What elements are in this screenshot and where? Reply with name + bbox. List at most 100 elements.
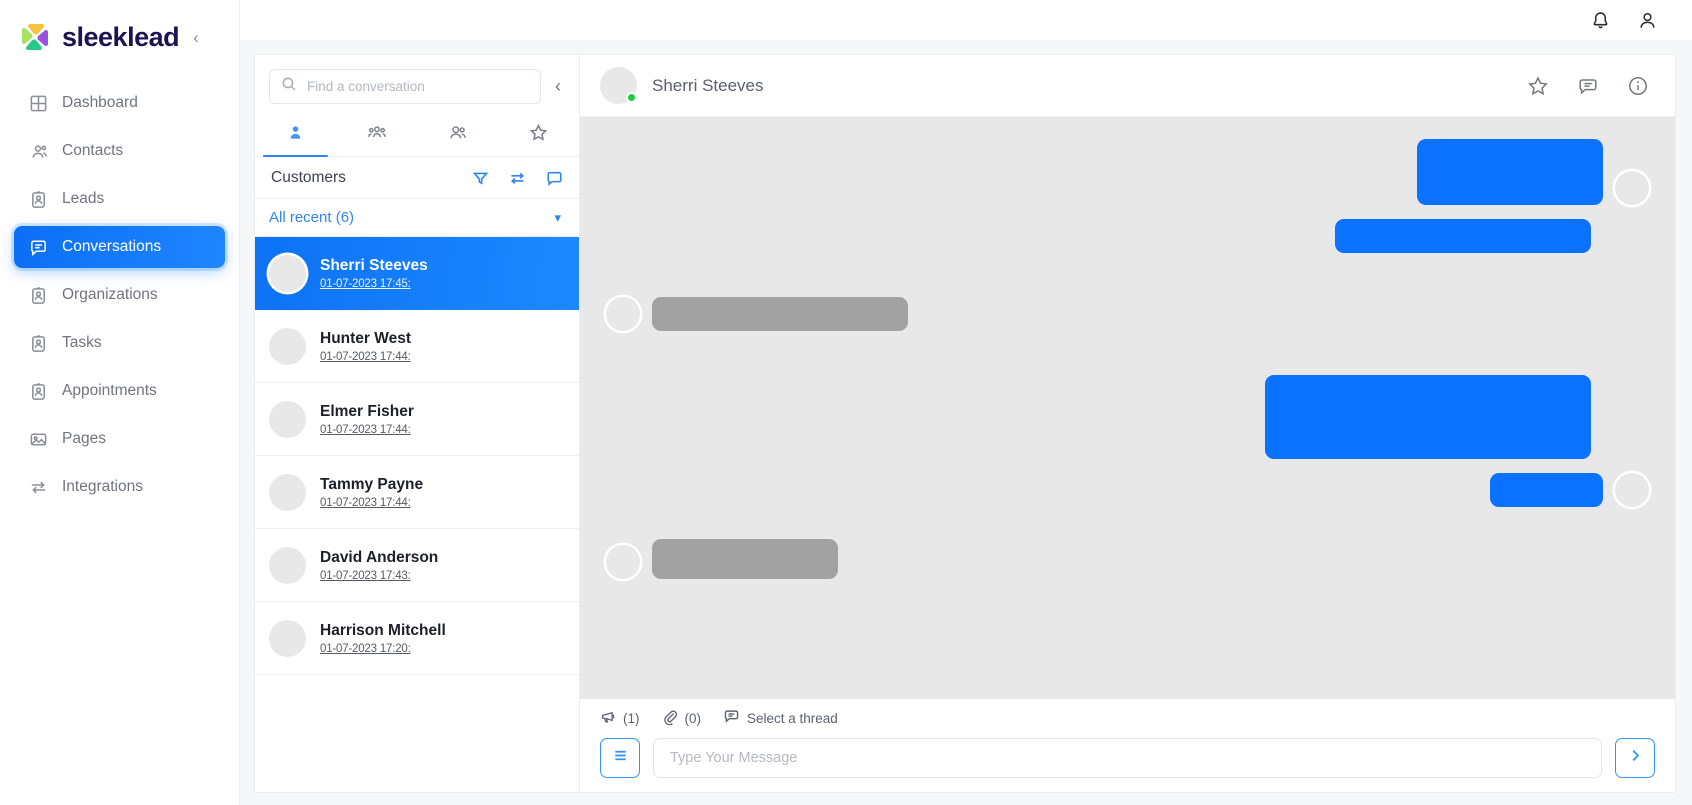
org-card-icon	[28, 285, 48, 305]
chat-header-actions	[1527, 75, 1649, 97]
chat-contact-name: Sherri Steeves	[652, 75, 764, 95]
tab-teams[interactable]	[417, 114, 498, 156]
conversation-item-hunter-west[interactable]: Hunter West 01-07-2023 17:44:	[255, 310, 579, 383]
select-thread-label: Select a thread	[747, 710, 838, 726]
chat-bubble-icon[interactable]	[1577, 75, 1599, 97]
avatar	[269, 255, 306, 292]
paperclip-icon	[662, 709, 678, 728]
sidebar-item-label: Leads	[62, 190, 105, 207]
sidebar-collapse-icon[interactable]: ‹	[193, 29, 199, 46]
user-icon[interactable]	[1637, 10, 1658, 31]
sidebar-item-label: Organizations	[62, 286, 158, 303]
sidebar-item-organizations[interactable]: Organizations	[14, 274, 225, 316]
lead-card-icon	[28, 189, 48, 209]
sidebar-item-integrations[interactable]: Integrations	[14, 466, 225, 508]
conversation-name: Sherri Steeves	[320, 257, 428, 274]
conversation-name: Tammy Payne	[320, 475, 424, 493]
send-message-button[interactable]	[1615, 738, 1655, 778]
filter-funnel-icon[interactable]	[472, 170, 489, 187]
avatar	[1615, 171, 1649, 205]
sidebar-item-contacts[interactable]: Contacts	[14, 130, 225, 172]
conversation-item-sherri-steeves[interactable]: Sherri Steeves 01-07-2023 17:45:	[255, 237, 579, 310]
message-row-outgoing	[606, 139, 1649, 205]
message-bubble[interactable]	[1335, 219, 1591, 253]
sidebar-item-leads[interactable]: Leads	[14, 178, 225, 220]
all-recent-label: All recent (6)	[269, 209, 355, 226]
sidebar-item-conversations[interactable]: Conversations	[14, 226, 225, 268]
message-list	[580, 117, 1675, 699]
conversation-item-david-anderson[interactable]: David Anderson 01-07-2023 17:43:	[255, 529, 579, 602]
sidebar-item-tasks[interactable]: Tasks	[14, 322, 225, 364]
person-icon	[286, 123, 305, 147]
message-input[interactable]	[653, 738, 1602, 778]
section-title: Customers	[271, 169, 346, 186]
select-thread-button[interactable]: Select a thread	[723, 708, 838, 728]
info-circle-icon[interactable]	[1627, 75, 1649, 97]
conversation-name: Harrison Mitchell	[320, 621, 446, 639]
avatar	[269, 619, 306, 657]
message-bubble[interactable]	[1265, 375, 1591, 459]
message-row-incoming	[606, 539, 1649, 579]
conversation-list-panel: ‹ Customers	[254, 54, 579, 793]
message-bubble[interactable]	[652, 539, 838, 579]
contacts-icon	[28, 141, 48, 161]
search-input[interactable]	[307, 79, 529, 94]
avatar	[269, 327, 306, 365]
tab-favourites[interactable]	[498, 114, 579, 156]
message-bubble[interactable]	[1490, 473, 1603, 507]
panel-collapse-icon[interactable]: ‹	[551, 76, 565, 97]
chat-contact: Sherri Steeves	[600, 67, 764, 104]
sidebar-item-pages[interactable]: Pages	[14, 418, 225, 460]
message-row-outgoing	[606, 473, 1649, 507]
sidebar-item-label: Tasks	[62, 334, 102, 351]
sidebar-item-label: Contacts	[62, 142, 124, 159]
transfer-arrows-icon	[28, 477, 48, 497]
transfer-arrows-icon[interactable]	[509, 170, 526, 187]
sidebar-item-label: Appointments	[62, 382, 157, 399]
conversation-item-tammy-payne[interactable]: Tammy Payne 01-07-2023 17:44:	[255, 456, 579, 529]
chevron-down-icon: ▾	[554, 209, 561, 225]
star-icon	[529, 123, 548, 147]
conversation-time: 01-07-2023 17:44:	[320, 423, 411, 436]
bell-icon[interactable]	[1590, 10, 1611, 31]
chat-header: Sherri Steeves	[580, 55, 1675, 117]
star-icon[interactable]	[1527, 75, 1549, 97]
hamburger-menu-icon	[611, 746, 630, 770]
chat-bubble-icon	[723, 708, 740, 728]
sleeklead-logo-icon	[18, 20, 52, 54]
image-icon	[28, 429, 48, 449]
message-bubble[interactable]	[1417, 139, 1603, 205]
message-bubble[interactable]	[652, 297, 908, 331]
avatar	[606, 545, 640, 579]
sidebar-item-label: Integrations	[62, 478, 143, 495]
chat-panel: Sherri Steeves (1) (0) Select a thread T…	[579, 54, 1676, 793]
sidebar-item-appointments[interactable]: Appointments	[14, 370, 225, 412]
online-status-dot	[626, 92, 637, 103]
sidebar-nav: Dashboard Contacts Leads Conversations O…	[0, 82, 239, 508]
conversation-time: 01-07-2023 17:20:	[320, 642, 411, 655]
attachments-count: (0)	[684, 710, 702, 726]
conversation-items: Sherri Steeves 01-07-2023 17:45: Hunter …	[255, 237, 579, 792]
conversation-item-harrison-mitchell[interactable]: Harrison Mitchell 01-07-2023 17:20:	[255, 602, 579, 675]
grid-icon	[28, 93, 48, 113]
composer-menu-button[interactable]	[600, 738, 640, 778]
all-recent-filter[interactable]: All recent (6) ▾	[255, 199, 579, 237]
announcements-indicator[interactable]: (1)	[600, 709, 640, 728]
sidebar: sleeklead ‹ Dashboard Contacts Leads Con…	[0, 0, 240, 805]
tab-single-contact[interactable]	[255, 114, 336, 157]
brand-name: sleeklead	[62, 21, 180, 52]
conversation-item-elmer-fisher[interactable]: Elmer Fisher 01-07-2023 17:44:	[255, 383, 579, 456]
sidebar-item-label: Dashboard	[62, 94, 138, 111]
two-people-icon	[448, 123, 468, 148]
avatar	[606, 297, 640, 331]
message-row-incoming	[606, 297, 1649, 331]
main-area: ‹ Customers	[240, 0, 1692, 805]
tab-groups[interactable]	[336, 114, 417, 156]
new-message-icon[interactable]	[546, 170, 563, 187]
search-box[interactable]	[269, 69, 541, 104]
sidebar-item-dashboard[interactable]: Dashboard	[14, 82, 225, 124]
attachments-indicator[interactable]: (0)	[662, 709, 702, 728]
people-group-icon	[367, 123, 387, 148]
sidebar-item-label: Pages	[62, 430, 106, 447]
avatar	[269, 473, 306, 511]
